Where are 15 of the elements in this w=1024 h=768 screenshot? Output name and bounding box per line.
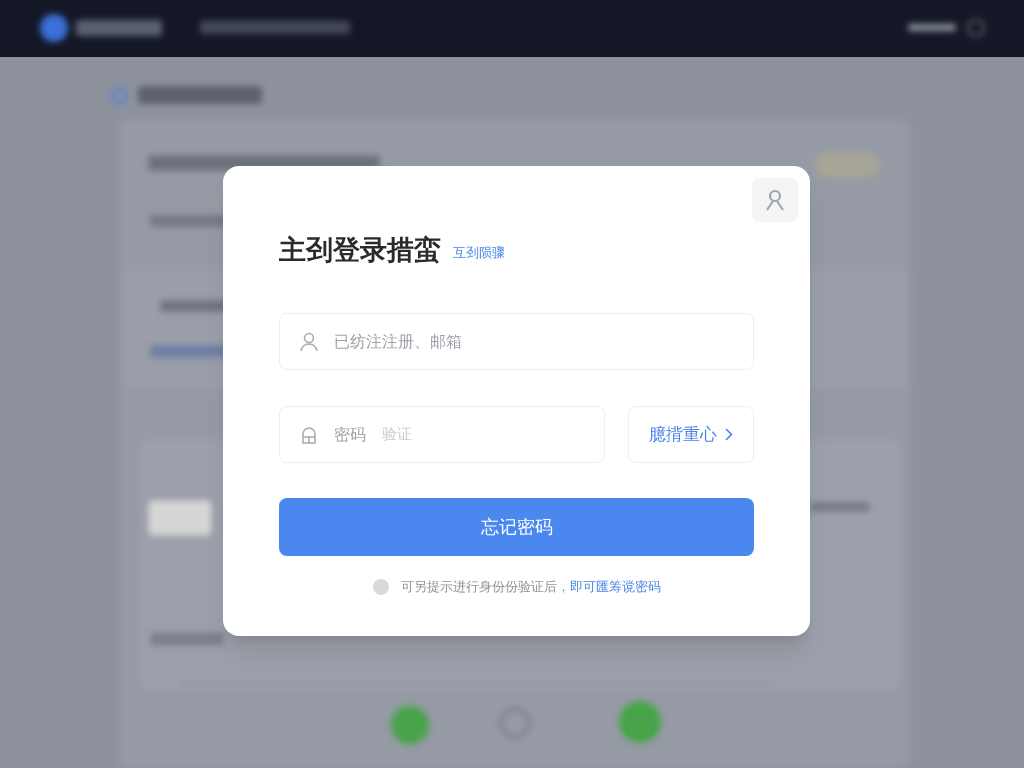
agreement-text: 可另提示进行身份份验证后， [400, 579, 570, 594]
placeholder-text: 已纺注注册、邮箱 [334, 331, 462, 352]
agreement-checkbox[interactable] [372, 578, 389, 595]
dialog-title: 主刭登录措蛮 [279, 237, 441, 264]
user-icon [764, 189, 786, 211]
submit-button[interactable]: 忘记密码 [279, 498, 754, 556]
side-button[interactable]: 臆揹重心 [628, 406, 754, 463]
lock-icon [300, 425, 318, 444]
password-label: 密码 [334, 424, 366, 445]
title-link[interactable]: 互刭陨骤 [453, 242, 505, 264]
user-icon [300, 331, 318, 352]
chevron-right-icon [725, 428, 733, 441]
profile-button[interactable] [752, 178, 798, 222]
agreement-link[interactable]: 即可匯筹谠密码 [569, 579, 661, 594]
username-field[interactable]: 已纺注注册、邮箱 [279, 313, 754, 370]
